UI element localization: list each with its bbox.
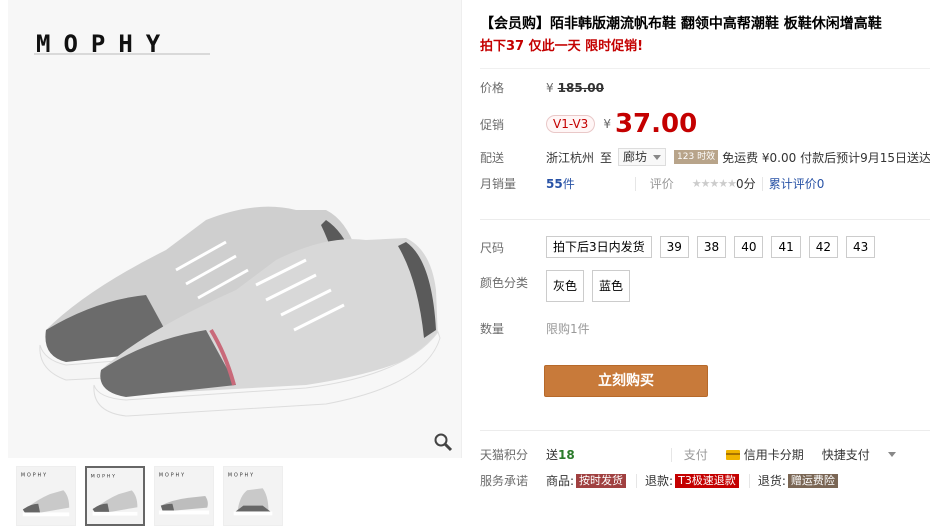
points-prefix: 送 <box>546 448 559 462</box>
promise-prefix: 退款: <box>645 474 674 488</box>
sales-unit: 件 <box>562 177 575 191</box>
buy-now-button[interactable]: 立刻购买 <box>544 365 708 397</box>
color-option[interactable]: 灰色 <box>546 270 585 302</box>
promise-prefix: 退货: <box>757 474 786 488</box>
separator <box>480 219 930 220</box>
chevron-down-icon[interactable] <box>887 452 896 457</box>
magnifier-icon[interactable] <box>433 432 453 452</box>
svg-text:MOPHY: MOPHY <box>21 473 48 479</box>
currency-symbol: ¥ <box>546 80 554 95</box>
thumbnail-strip: MOPHY MOPHY MOPHY MOPHY <box>16 466 283 526</box>
size-row: 尺码 拍下后3日内发货 39 38 40 41 42 43 <box>480 236 883 258</box>
thumbnail-3[interactable]: MOPHY <box>154 466 214 526</box>
promise-row: 服务承诺 商品: 按时发货 退款: T3极速退款 退货: 赠运费险 <box>480 472 840 489</box>
divider <box>761 176 763 191</box>
points-label: 天猫积分 <box>480 448 529 462</box>
product-subtitle: 拍下37 仅此一天 限时促销! <box>480 39 644 54</box>
credit-card-icon <box>725 449 740 460</box>
size-label: 尺码 <box>480 240 505 255</box>
delivery-label: 配送 <box>480 150 505 165</box>
rating-score: 0分 <box>736 177 756 191</box>
brand-logo: MOPHY <box>34 26 210 62</box>
points-pay-row: 天猫积分 送 18 支付 信用卡分期 快捷支付 <box>480 446 896 463</box>
size-option[interactable]: 43 <box>846 236 876 258</box>
price-label: 价格 <box>480 81 505 95</box>
chevron-down-icon <box>653 155 662 160</box>
promise-prefix: 商品: <box>546 474 575 488</box>
divider <box>748 473 750 488</box>
price-box: 价格 ¥ 185.00 促销 V1-V3 ¥ 37.00 配送 浙江杭州 至 廊… <box>480 68 930 198</box>
tmall-service-box: 天猫积分 送 18 支付 信用卡分期 快捷支付 服务承诺 商品: 按时发货 退款… <box>480 438 930 531</box>
pay-quick[interactable]: 快捷支付 <box>822 446 870 463</box>
separator <box>480 430 930 431</box>
pay-credit[interactable]: 信用卡分期 <box>744 446 804 463</box>
size-option[interactable]: 40 <box>734 236 764 258</box>
rating-stars-icon: ★★★★★ <box>691 177 737 190</box>
shoe-illustration <box>39 206 441 417</box>
original-price: 185.00 <box>557 80 604 95</box>
main-product-image[interactable]: MOPHY <box>8 0 462 458</box>
thumbnail-1[interactable]: MOPHY <box>16 466 76 526</box>
divider <box>634 176 636 191</box>
currency-symbol: ¥ <box>603 117 611 131</box>
thumbnail-2[interactable]: MOPHY <box>85 466 145 526</box>
size-option[interactable]: 42 <box>808 236 839 258</box>
quantity-row: 数量 限购1件 <box>480 320 590 337</box>
time-badge: 123 时效 <box>674 150 719 164</box>
sales-label: 月销量 <box>480 177 517 191</box>
selected-caret-icon <box>109 466 121 467</box>
points-value: 18 <box>558 447 575 462</box>
promise-tag-ontime[interactable]: 按时发货 <box>576 473 627 488</box>
thumbnail-4[interactable]: MOPHY <box>223 466 283 526</box>
sales-row: 月销量 55 件 评价 ★★★★★ 0分 累计评价0 <box>480 175 824 192</box>
delivery-to-word: 至 <box>600 150 613 165</box>
size-option[interactable]: 41 <box>771 236 801 258</box>
member-level-tag[interactable]: V1-V3 <box>546 115 596 133</box>
delivery-from: 浙江杭州 <box>546 150 595 165</box>
svg-text:MOPHY: MOPHY <box>91 473 117 479</box>
rating-label: 评价 <box>649 177 674 191</box>
delivery-row: 配送 浙江杭州 至 廊坊 123 时效 免运费 ¥0.00 付款后预计9月15日… <box>480 148 930 166</box>
sales-count: 55 <box>546 176 563 191</box>
product-detail: 【会员购】陌非韩版潮流帆布鞋 翻领中高帮潮鞋 板鞋休闲增高鞋 拍下37 仅此一天… <box>480 0 930 531</box>
pay-label: 支付 <box>683 448 708 462</box>
destination-value: 廊坊 <box>623 150 648 164</box>
color-option[interactable]: 蓝色 <box>592 270 631 302</box>
destination-select[interactable]: 廊坊 <box>618 148 667 166</box>
promo-label: 促销 <box>480 117 505 132</box>
svg-text:MOPHY: MOPHY <box>228 473 255 479</box>
shipping-info: 免运费 ¥0.00 付款后预计9月15日送达 <box>722 150 930 165</box>
product-title: 【会员购】陌非韩版潮流帆布鞋 翻领中高帮潮鞋 板鞋休闲增高鞋 <box>480 16 882 32</box>
divider <box>670 447 672 462</box>
promo-price: 37.00 <box>614 109 698 139</box>
size-option[interactable]: 39 <box>659 236 689 258</box>
promise-label: 服务承诺 <box>480 474 529 488</box>
color-row: 颜色分类 灰色 蓝色 <box>480 270 638 302</box>
divider <box>636 473 638 488</box>
quantity-limit: 限购1件 <box>546 322 590 336</box>
promo-row: 促销 V1-V3 ¥ 37.00 <box>480 109 697 139</box>
quantity-label: 数量 <box>480 322 505 336</box>
size-option[interactable]: 38 <box>696 236 727 258</box>
price-row: 价格 ¥ 185.00 <box>480 79 604 96</box>
color-label: 颜色分类 <box>480 276 529 290</box>
product-gallery: MOPHY MOPHY MOPHY MOPHY MOPHY <box>8 0 462 531</box>
review-link[interactable]: 累计评价0 <box>769 175 825 192</box>
size-option[interactable]: 拍下后3日内发货 <box>546 236 652 258</box>
promise-tag-return[interactable]: 赠运费险 <box>787 473 838 488</box>
brand-logo-text: MOPHY <box>36 30 173 58</box>
promise-tag-refund[interactable]: T3极速退款 <box>675 473 739 488</box>
svg-text:MOPHY: MOPHY <box>159 473 186 479</box>
